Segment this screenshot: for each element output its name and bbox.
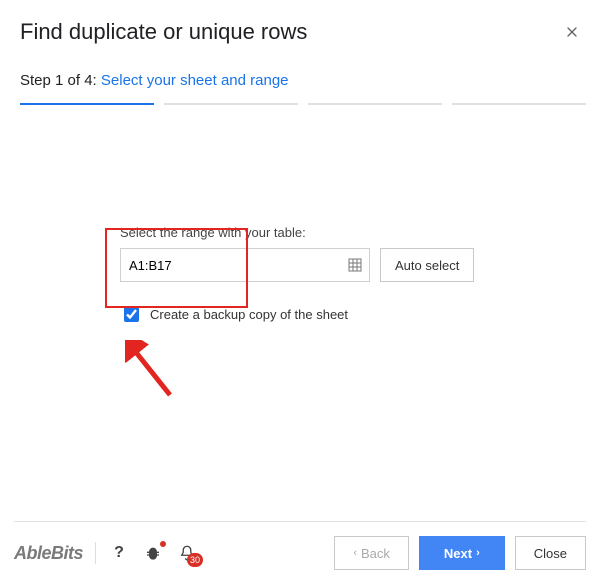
progress-seg-3 [308,103,442,105]
dialog-title: Find duplicate or unique rows [20,19,307,45]
step-indicator: Step 1 of 4: Select your sheet and range [20,72,586,89]
range-label: Select the range with your table: [120,225,508,240]
chevron-right-icon: › [476,547,480,559]
range-input[interactable] [120,248,370,282]
progress-seg-1 [20,103,154,105]
bug-icon[interactable] [142,542,164,564]
step-name-link[interactable]: Select your sheet and range [101,72,289,89]
backup-label: Create a backup copy of the sheet [150,307,348,322]
brand-logo: AbleBits [14,543,83,564]
help-icon[interactable]: ? [108,542,130,564]
close-button[interactable]: Close [515,536,586,570]
progress-seg-2 [164,103,298,105]
backup-checkbox[interactable] [124,307,139,322]
back-button[interactable]: ‹ Back [334,536,409,570]
notification-badge: 30 [187,553,203,567]
progress-bar [20,103,586,105]
step-prefix: Step 1 of 4: [20,72,101,89]
chevron-left-icon: ‹ [353,547,357,559]
progress-seg-4 [452,103,586,105]
auto-select-button[interactable]: Auto select [380,248,474,282]
next-label: Next [444,546,472,561]
annotation-arrow [125,340,185,400]
select-range-icon[interactable] [346,256,364,274]
next-button[interactable]: Next › [419,536,505,570]
notifications-icon[interactable]: 30 [176,542,198,564]
close-icon[interactable] [558,18,586,46]
divider [95,542,96,564]
back-label: Back [361,546,390,561]
